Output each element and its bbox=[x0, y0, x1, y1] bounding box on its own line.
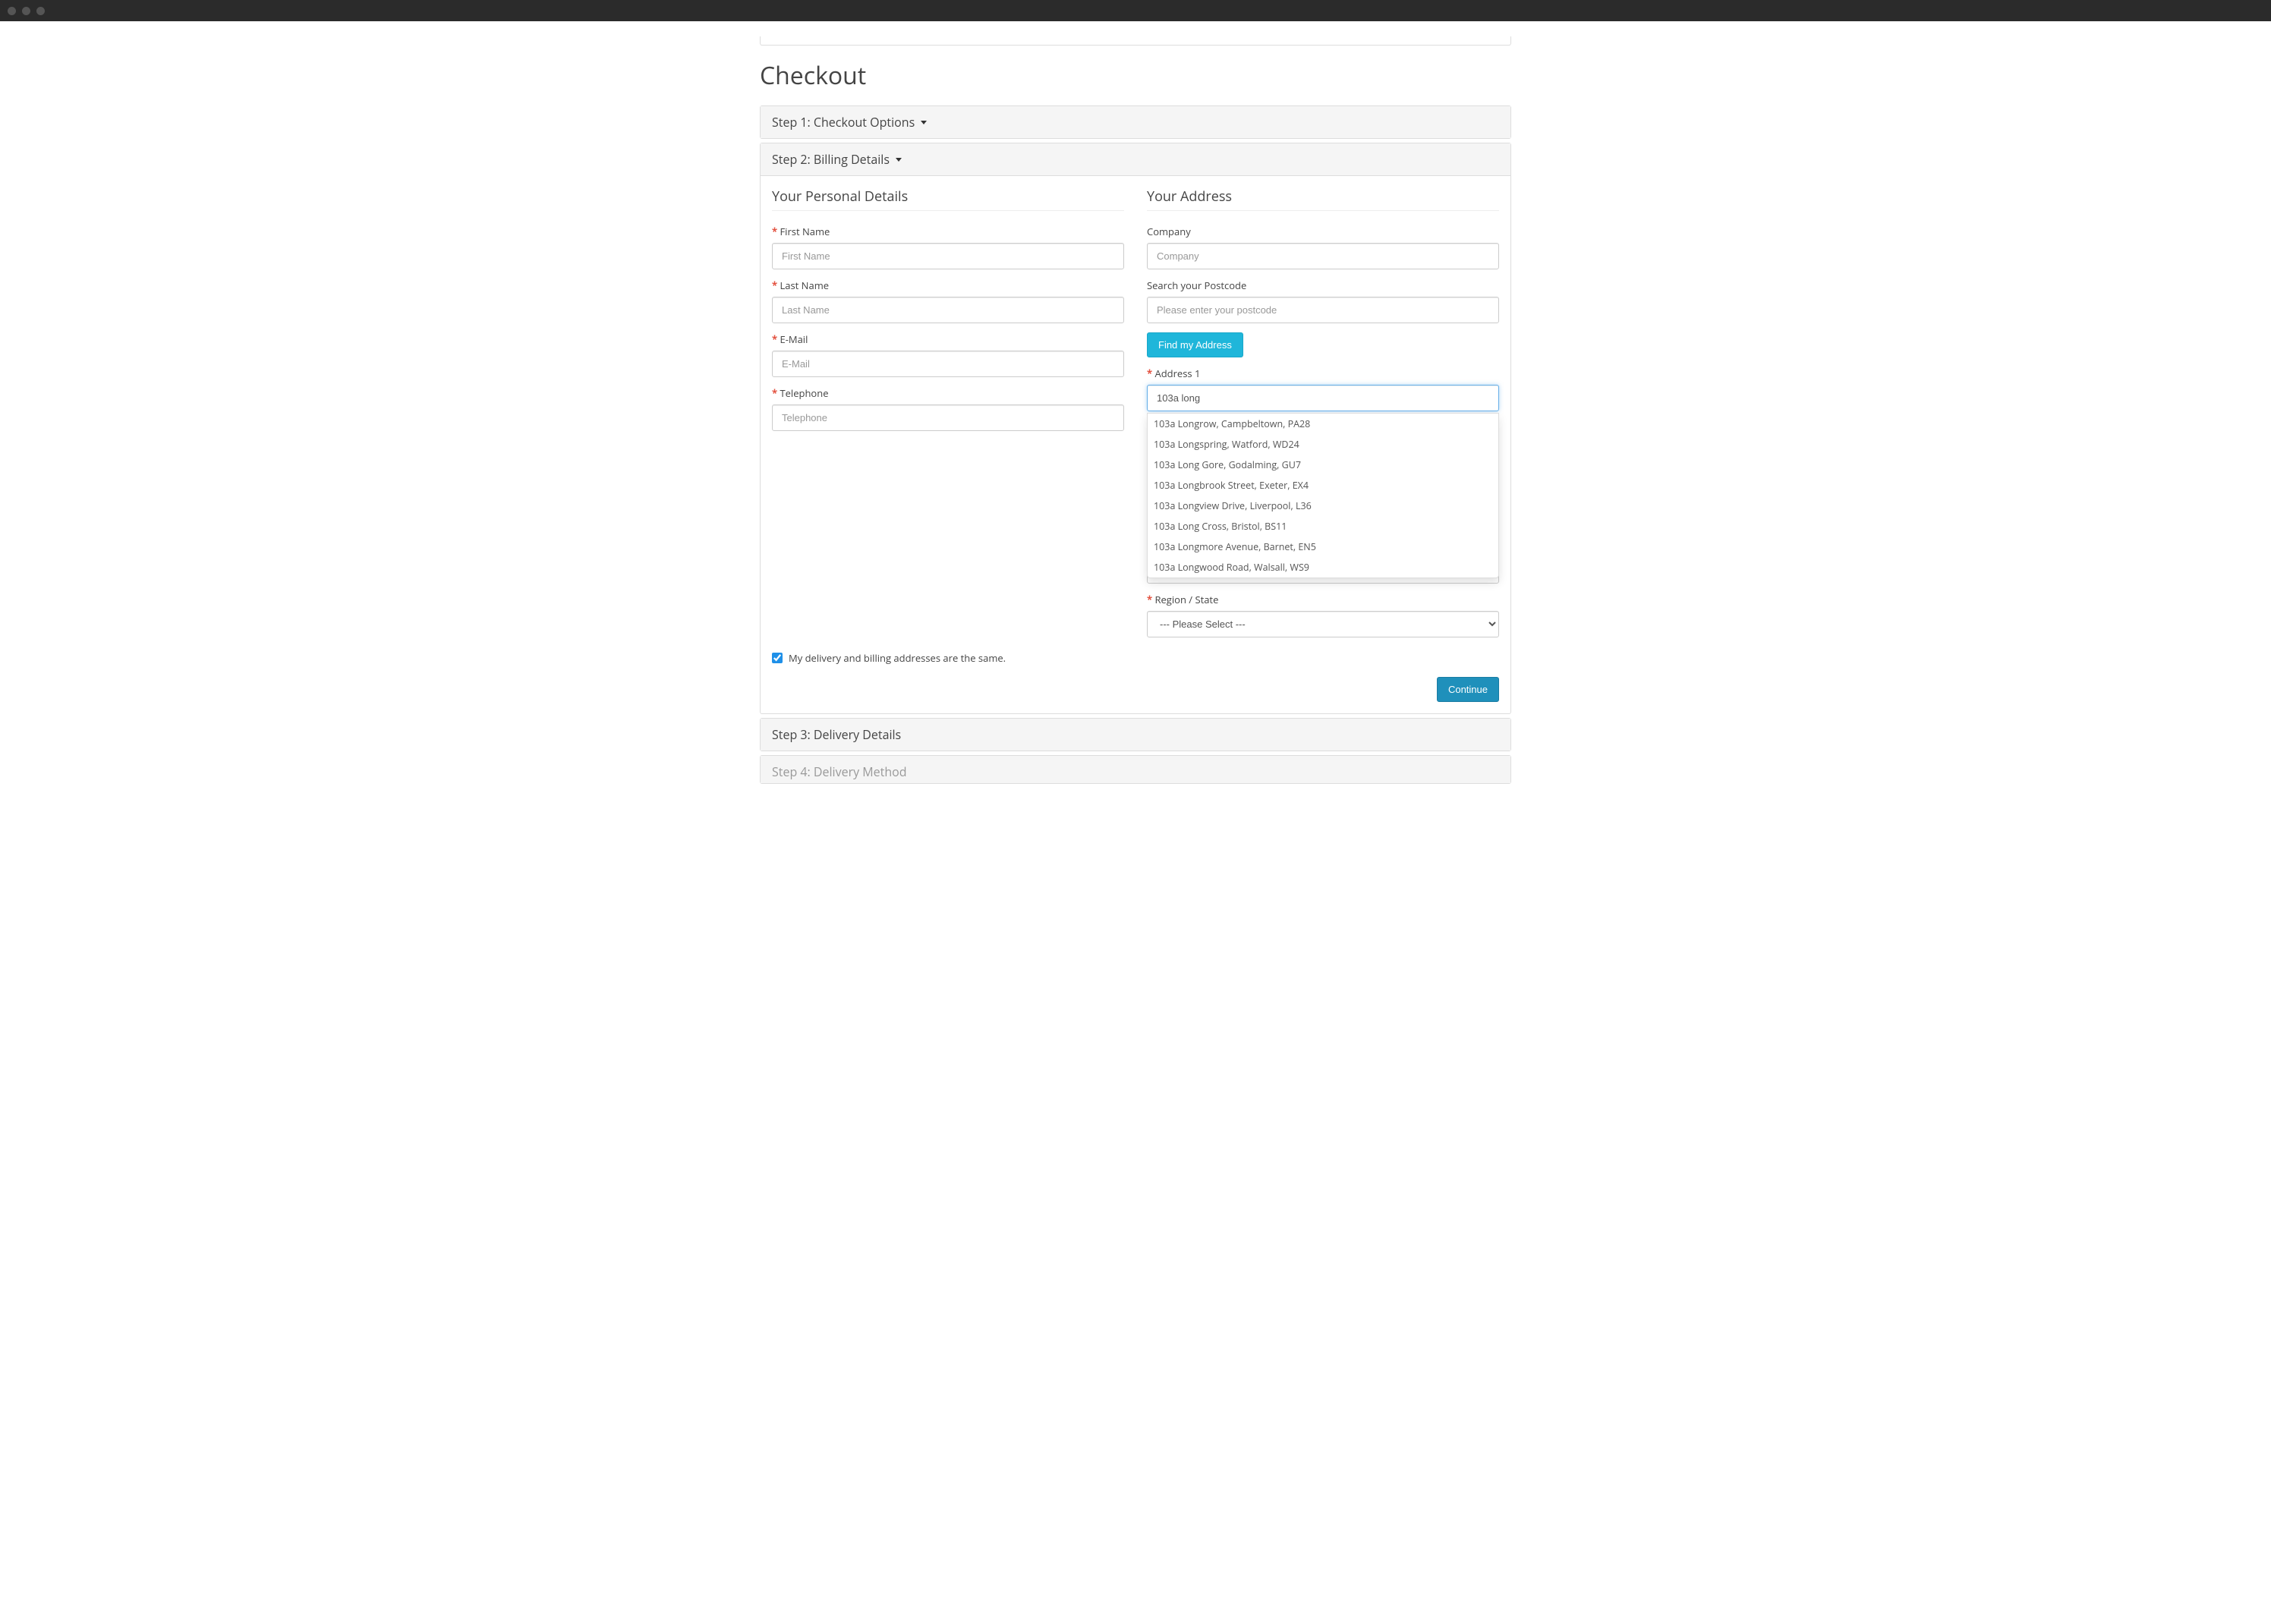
window-dot bbox=[36, 7, 45, 15]
same-address-checkbox[interactable] bbox=[772, 653, 783, 663]
address1-label: Address 1 bbox=[1147, 367, 1499, 380]
autocomplete-item[interactable]: 103a Longmore Avenue, Barnet, EN5 bbox=[1148, 537, 1498, 557]
step-1-title: Step 1: Checkout Options bbox=[772, 114, 915, 131]
address1-input[interactable] bbox=[1147, 385, 1499, 411]
region-select[interactable]: --- Please Select --- bbox=[1147, 611, 1499, 637]
address-heading: Your Address bbox=[1147, 187, 1499, 211]
window-dot bbox=[8, 7, 16, 15]
personal-details-heading: Your Personal Details bbox=[772, 187, 1124, 211]
autocomplete-item[interactable]: 103a Longbrook Street, Exeter, EX4 bbox=[1148, 475, 1498, 496]
same-address-label: My delivery and billing addresses are th… bbox=[789, 651, 1006, 665]
step-1-panel: Step 1: Checkout Options bbox=[760, 105, 1511, 139]
autocomplete-item[interactable]: 103a Long Cross, Bristol, BS11 bbox=[1148, 516, 1498, 537]
autocomplete-item[interactable]: 103a Longspring, Watford, WD24 bbox=[1148, 434, 1498, 455]
same-address-row: My delivery and billing addresses are th… bbox=[772, 651, 1499, 665]
personal-details-column: Your Personal Details First Name Last Na… bbox=[772, 187, 1124, 647]
company-label: Company bbox=[1147, 225, 1499, 238]
caret-down-icon bbox=[921, 121, 927, 124]
caret-down-icon bbox=[896, 158, 902, 162]
address1-group: Address 1 103a Longrow, Campbeltown, PA2… bbox=[1147, 367, 1499, 411]
top-sliver bbox=[760, 36, 1511, 46]
step-4-header[interactable]: Step 4: Delivery Method bbox=[761, 756, 1510, 783]
region-label: Region / State bbox=[1147, 593, 1499, 606]
window-titlebar bbox=[0, 0, 2271, 21]
step-1-header[interactable]: Step 1: Checkout Options bbox=[761, 106, 1510, 138]
postcode-search-label: Search your Postcode bbox=[1147, 279, 1499, 292]
continue-button[interactable]: Continue bbox=[1437, 677, 1499, 702]
find-address-button[interactable]: Find my Address bbox=[1147, 332, 1243, 357]
step-4-title: Step 4: Delivery Method bbox=[772, 763, 907, 780]
company-input[interactable] bbox=[1147, 243, 1499, 269]
last-name-label: Last Name bbox=[772, 279, 1124, 292]
window-dot bbox=[22, 7, 30, 15]
autocomplete-item[interactable]: 103a Longwood Road, Walsall, WS9 bbox=[1148, 557, 1498, 578]
autocomplete-item[interactable]: 103a Long Gore, Godalming, GU7 bbox=[1148, 455, 1498, 475]
address-column: Your Address Company Search your Postcod… bbox=[1147, 187, 1499, 647]
step-2-panel: Step 2: Billing Details Your Personal De… bbox=[760, 143, 1511, 714]
postcode-search-input[interactable] bbox=[1147, 297, 1499, 323]
autocomplete-item[interactable]: 103a Longview Drive, Liverpool, L36 bbox=[1148, 496, 1498, 516]
step-2-body: Your Personal Details First Name Last Na… bbox=[761, 176, 1510, 713]
autocomplete-item[interactable]: 103a Longrow, Campbeltown, PA28 bbox=[1148, 414, 1498, 434]
telephone-input[interactable] bbox=[772, 404, 1124, 431]
step-3-header[interactable]: Step 3: Delivery Details bbox=[761, 719, 1510, 751]
step-3-title: Step 3: Delivery Details bbox=[772, 726, 901, 743]
email-label: E-Mail bbox=[772, 332, 1124, 346]
address-autocomplete-dropdown: 103a Longrow, Campbeltown, PA28103a Long… bbox=[1147, 413, 1499, 578]
telephone-label: Telephone bbox=[772, 386, 1124, 400]
page-title: Checkout bbox=[760, 59, 1511, 92]
first-name-label: First Name bbox=[772, 225, 1124, 238]
email-input[interactable] bbox=[772, 351, 1124, 377]
last-name-input[interactable] bbox=[772, 297, 1124, 323]
page-container: Checkout Step 1: Checkout Options Step 2… bbox=[760, 21, 1511, 784]
step-2-title: Step 2: Billing Details bbox=[772, 151, 890, 168]
first-name-input[interactable] bbox=[772, 243, 1124, 269]
step-2-header[interactable]: Step 2: Billing Details bbox=[761, 143, 1510, 176]
step-3-panel: Step 3: Delivery Details bbox=[760, 718, 1511, 751]
step-4-panel: Step 4: Delivery Method bbox=[760, 755, 1511, 784]
